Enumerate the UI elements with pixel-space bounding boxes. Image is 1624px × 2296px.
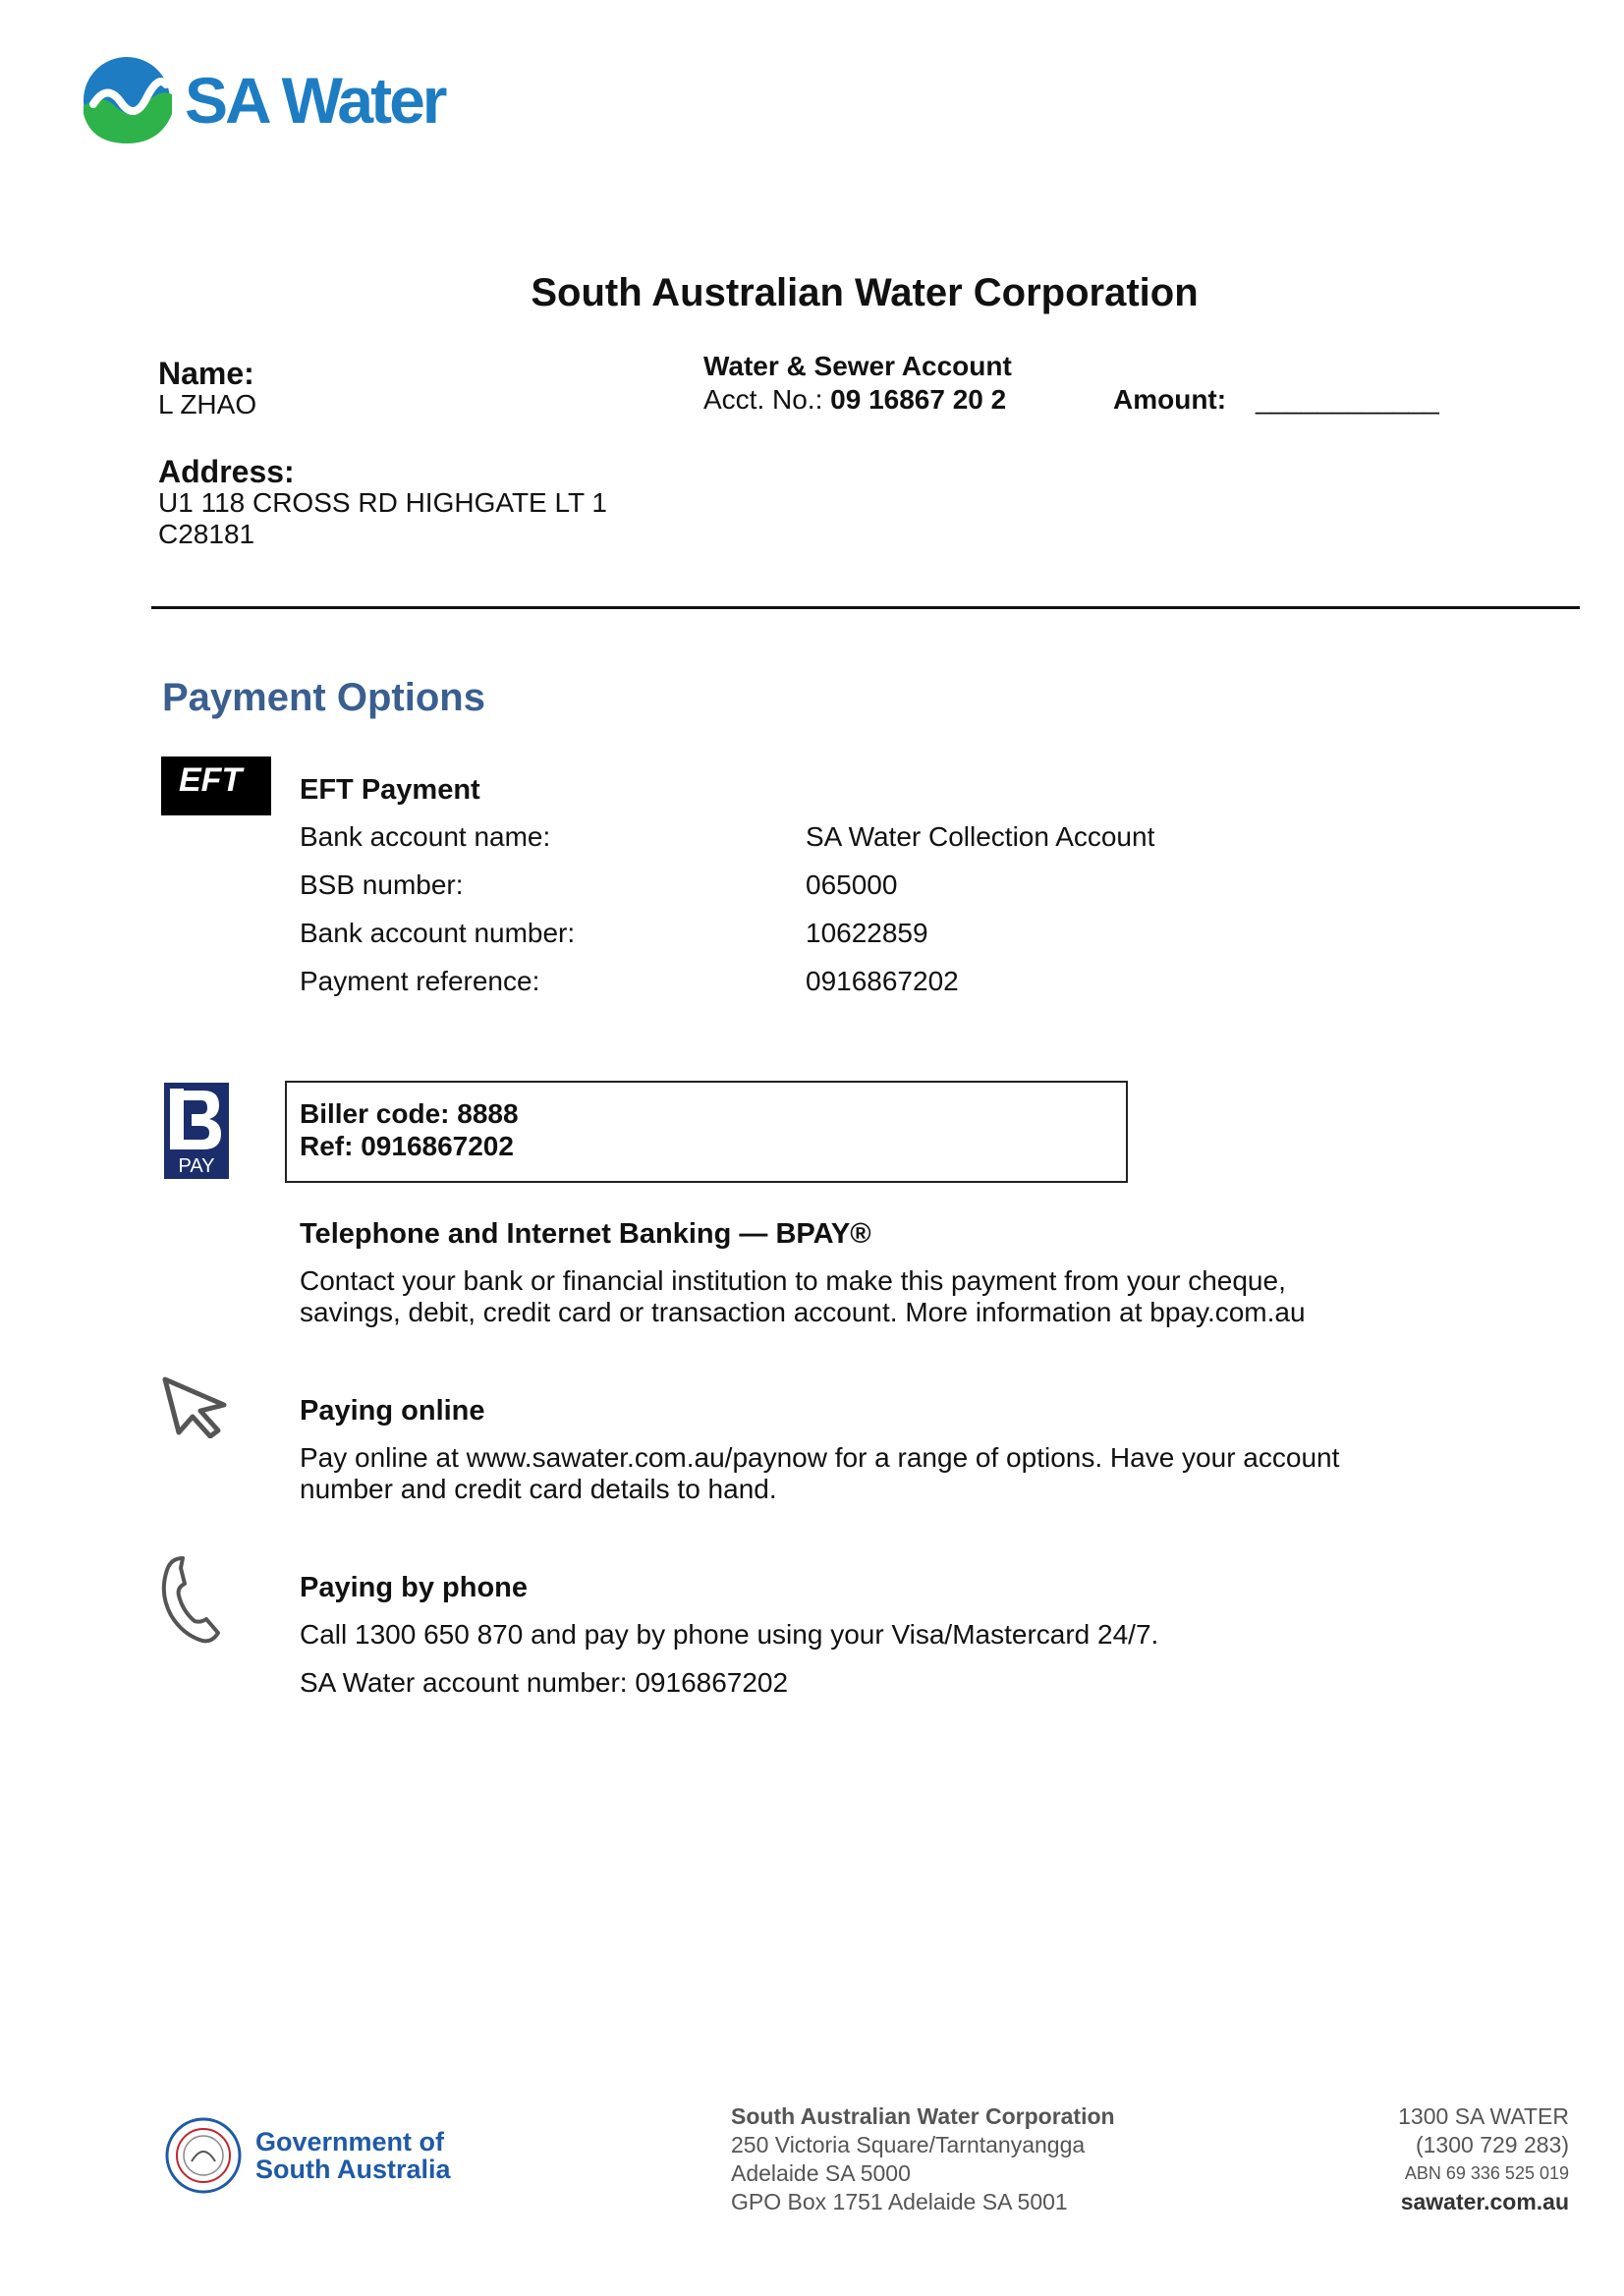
acct-number: 09 16867 20 2	[830, 384, 1007, 415]
online-text-line-2: number and credit card details to hand.	[300, 1474, 777, 1504]
biller-ref: Ref: 0916867202	[300, 1131, 514, 1161]
footer-corp-name: South Australian Water Corporation	[731, 2103, 1115, 2129]
amount-label: Amount:	[1113, 384, 1227, 415]
account-type: Water & Sewer Account	[703, 351, 1012, 381]
acct-label: Acct. No.:	[703, 384, 823, 415]
gov-line-1: Government of	[255, 2127, 445, 2156]
account-number-line: Acct. No.: 09 16867 20 2	[703, 384, 1006, 416]
footer-abn: ABN 69 336 525 019	[1404, 2163, 1569, 2183]
bpay-logo-text: PAY	[178, 1155, 214, 1177]
footer-address-line: 250 Victoria Square/Tarntanyangga	[731, 2132, 1086, 2157]
address-line-1: U1 118 CROSS RD HIGHGATE LT 1	[158, 487, 607, 518]
cursor-arrow-icon	[162, 1376, 227, 1438]
footer-address-line: Adelaide SA 5000	[731, 2160, 911, 2186]
bpay-logo-icon: PAY	[164, 1083, 229, 1179]
footer-website-link[interactable]: sawater.com.au	[1398, 2188, 1569, 2216]
sa-water-logo-icon	[84, 57, 172, 143]
eft-row-label: Bank account number:	[300, 918, 576, 948]
bpay-heading: Telephone and Internet Banking — BPAY®	[300, 1218, 871, 1250]
footer-contact: 1300 SA WATER (1300 729 283) ABN 69 336 …	[1398, 2102, 1569, 2216]
footer-address: South Australian Water Corporation 250 V…	[731, 2102, 1115, 2216]
address-line-2: C28181	[158, 519, 255, 549]
bpay-text-line-1: Contact your bank or financial instituti…	[300, 1265, 1286, 1296]
eft-row-value: SA Water Collection Account	[806, 821, 1155, 852]
eft-row-label: Bank account name:	[300, 821, 551, 852]
amount-field: ____________	[1256, 384, 1439, 415]
gov-logo-text: Government of South Australia	[255, 2128, 451, 2183]
eft-row-value: 10622859	[806, 918, 928, 948]
phone-text-line-1: Call 1300 650 870 and pay by phone using…	[300, 1619, 1159, 1650]
eft-row-value: 065000	[806, 869, 898, 900]
online-text-line-1: Pay online at www.sawater.com.au/paynow …	[300, 1442, 1340, 1473]
eft-heading: EFT Payment	[300, 774, 480, 806]
name-label: Name:	[158, 356, 254, 391]
eft-row-label: BSB number:	[300, 869, 464, 900]
divider	[151, 606, 1580, 609]
online-heading: Paying online	[300, 1395, 485, 1427]
footer-address-line: GPO Box 1751 Adelaide SA 5001	[731, 2189, 1068, 2214]
payment-options-title: Payment Options	[162, 676, 485, 719]
biller-code: Biller code: 8888	[300, 1098, 519, 1129]
eft-icon: EFT	[161, 756, 271, 815]
sa-government-crest-icon	[165, 2117, 242, 2194]
footer-phone-line: 1300 SA WATER	[1398, 2103, 1569, 2129]
gov-line-2: South Australia	[255, 2155, 451, 2184]
logo-text: SA Water	[185, 64, 447, 137]
eft-row-value: 0916867202	[806, 966, 959, 996]
page-title: South Australian Water Corporation	[531, 271, 1199, 314]
phone-heading: Paying by phone	[300, 1572, 529, 1603]
bpay-text-line-2: savings, debit, credit card or transacti…	[300, 1297, 1306, 1327]
name-value: L ZHAO	[158, 389, 257, 420]
address-label: Address:	[158, 454, 295, 489]
footer-phone-line: (1300 729 283)	[1415, 2132, 1569, 2157]
phone-icon	[161, 1556, 220, 1644]
eft-row-label: Payment reference:	[300, 966, 540, 996]
phone-text-line-2: SA Water account number: 0916867202	[300, 1667, 789, 1698]
